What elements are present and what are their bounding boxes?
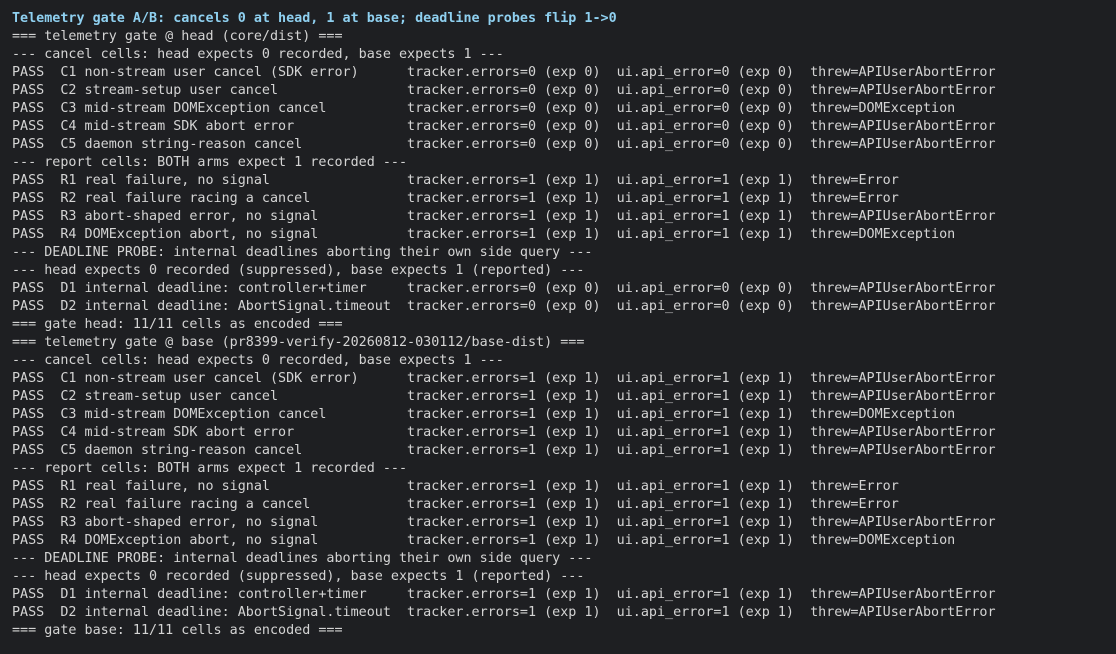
output-line: PASS C4 mid-stream SDK abort error track… <box>12 425 996 440</box>
output-line: PASS R1 real failure, no signal tracker.… <box>12 479 899 494</box>
terminal-output[interactable]: Telemetry gate A/B: cancels 0 at head, 1… <box>0 0 1116 654</box>
output-line: PASS C3 mid-stream DOMException cancel t… <box>12 101 956 116</box>
output-line: PASS R2 real failure racing a cancel tra… <box>12 191 899 206</box>
output-line: PASS C1 non-stream user cancel (SDK erro… <box>12 65 996 80</box>
output-line: PASS R4 DOMException abort, no signal tr… <box>12 227 956 242</box>
output-line: PASS D1 internal deadline: controller+ti… <box>12 587 996 602</box>
output-line: --- cancel cells: head expects 0 recorde… <box>12 47 504 62</box>
output-line: PASS C1 non-stream user cancel (SDK erro… <box>12 371 996 386</box>
output-line: --- DEADLINE PROBE: internal deadlines a… <box>12 245 593 260</box>
output-line: PASS R3 abort-shaped error, no signal tr… <box>12 209 996 224</box>
output-line: PASS D2 internal deadline: AbortSignal.t… <box>12 605 996 620</box>
output-line: PASS C2 stream-setup user cancel tracker… <box>12 83 996 98</box>
output-line: PASS C2 stream-setup user cancel tracker… <box>12 389 996 404</box>
output-line: === gate head: 11/11 cells as encoded ==… <box>12 317 343 332</box>
output-line: --- DEADLINE PROBE: internal deadlines a… <box>12 551 593 566</box>
output-line: --- report cells: BOTH arms expect 1 rec… <box>12 155 408 170</box>
output-line: === telemetry gate @ head (core/dist) ==… <box>12 29 343 44</box>
output-title: Telemetry gate A/B: cancels 0 at head, 1… <box>12 11 617 26</box>
output-line: PASS C5 daemon string-reason cancel trac… <box>12 443 996 458</box>
output-line: PASS C4 mid-stream SDK abort error track… <box>12 119 996 134</box>
output-line: PASS D2 internal deadline: AbortSignal.t… <box>12 299 996 314</box>
output-line: === telemetry gate @ base (pr8399-verify… <box>12 335 585 350</box>
output-line: --- head expects 0 recorded (suppressed)… <box>12 569 585 584</box>
output-line: PASS D1 internal deadline: controller+ti… <box>12 281 996 296</box>
output-line: PASS C5 daemon string-reason cancel trac… <box>12 137 996 152</box>
output-line: === gate base: 11/11 cells as encoded ==… <box>12 623 343 638</box>
output-lines: === telemetry gate @ head (core/dist) ==… <box>12 28 1116 640</box>
output-line: PASS R1 real failure, no signal tracker.… <box>12 173 899 188</box>
output-line: PASS C3 mid-stream DOMException cancel t… <box>12 407 956 422</box>
output-line: --- head expects 0 recorded (suppressed)… <box>12 263 585 278</box>
output-line: PASS R2 real failure racing a cancel tra… <box>12 497 899 512</box>
output-line: PASS R4 DOMException abort, no signal tr… <box>12 533 956 548</box>
output-line: PASS R3 abort-shaped error, no signal tr… <box>12 515 996 530</box>
output-line: --- report cells: BOTH arms expect 1 rec… <box>12 461 408 476</box>
output-line: --- cancel cells: head expects 0 recorde… <box>12 353 504 368</box>
